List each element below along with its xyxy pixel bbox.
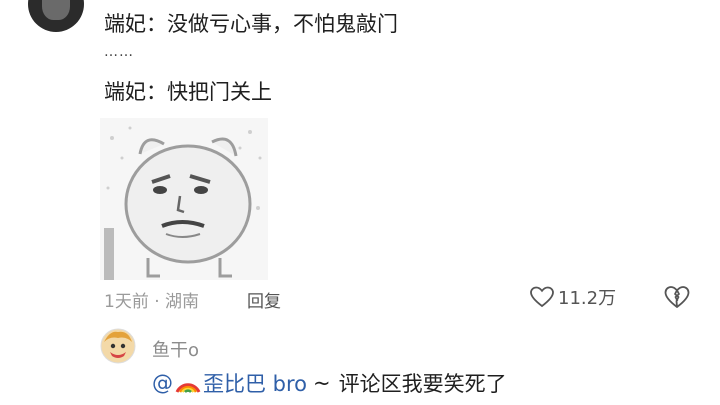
broken-heart-icon[interactable] [664,285,690,309]
comment-text-line-1: 端妃：没做亏心事，不怕鬼敲门 [104,12,398,36]
reply-comment-text: @ 歪比巴 bro ~ 评论区我要笑死了 [152,368,507,398]
reply-username[interactable]: 鱼干o [152,336,199,362]
meme-sticker-image[interactable] [100,118,268,280]
reply-user-avatar[interactable] [100,328,136,364]
comment-ellipsis: …… [104,44,134,60]
commenter-avatar[interactable] [28,0,84,32]
like-button[interactable]: 11.2万 [530,284,616,310]
comment-meta: 1天前 · 湖南 [104,292,200,312]
rainbow-emoji-icon [175,383,201,393]
like-count: 11.2万 [558,288,617,309]
mention-separator: ~ [313,371,331,395]
comment-text-line-2: 端妃：快把门关上 [104,80,272,104]
heart-outline-icon [530,286,554,308]
mention-link[interactable]: @ 歪比巴 bro [152,368,307,398]
reply-button[interactable]: 回复 [247,287,281,312]
reply-body: 评论区我要笑死了 [338,372,507,396]
mention-name: 歪比巴 bro [203,372,308,396]
mention-at: @ [152,371,173,395]
